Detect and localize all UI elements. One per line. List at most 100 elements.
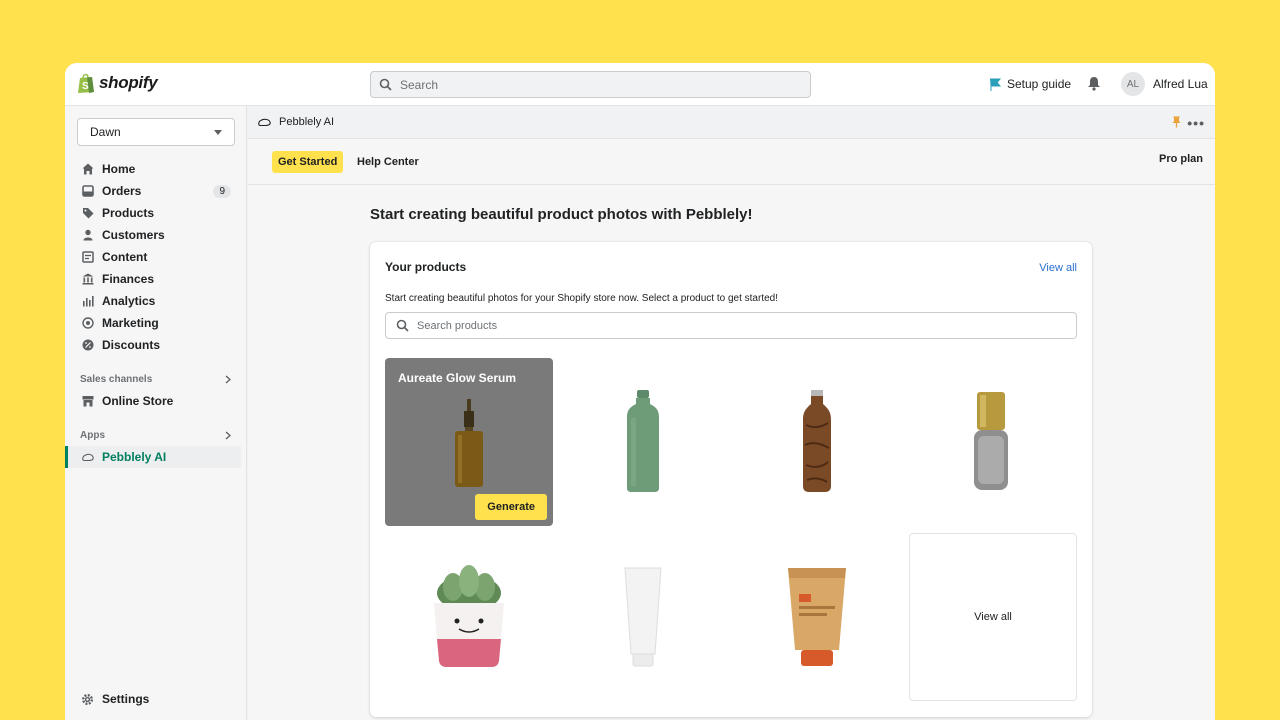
brand-name: shopify: [99, 73, 158, 92]
sidebar-item-label: Home: [102, 162, 136, 176]
sidebar-item-pebblely-ai[interactable]: Pebblely AI: [65, 446, 241, 468]
product-tile-succulent[interactable]: [385, 533, 553, 701]
section-label: Sales channels: [80, 373, 153, 385]
shopify-logo[interactable]: S shopify: [77, 72, 158, 94]
view-all-link[interactable]: View all: [1039, 262, 1077, 274]
sidebar-item-label: Finances: [102, 272, 155, 286]
discount-icon: [81, 339, 94, 352]
sidebar-item-label: Pebblely AI: [102, 450, 167, 464]
sales-channels-header[interactable]: Sales channels: [65, 368, 247, 390]
sidebar-item-online-store[interactable]: Online Store: [65, 390, 247, 412]
user-name: Alfred Lua: [1153, 77, 1208, 91]
bank-icon: [81, 273, 94, 286]
sidebar-item-content[interactable]: Content: [65, 246, 247, 268]
product-tile-cosmetic-jar[interactable]: [907, 358, 1075, 526]
sidebar-item-customers[interactable]: Customers: [65, 224, 247, 246]
shopify-bag-icon: S: [78, 73, 94, 93]
search-input[interactable]: [400, 77, 780, 92]
store-name: Dawn: [90, 125, 121, 139]
tab-help-center[interactable]: Help Center: [357, 156, 419, 168]
green-bottle-image: [627, 390, 659, 492]
product-name: Aureate Glow Serum: [398, 371, 517, 385]
analytics-icon: [81, 295, 94, 308]
settings-label: Settings: [102, 692, 150, 706]
app-title: Pebblely AI: [258, 116, 334, 128]
apps-header[interactable]: Apps: [65, 424, 247, 446]
sidebar-item-discounts[interactable]: Discounts: [65, 334, 247, 356]
sidebar-item-label: Analytics: [102, 294, 156, 308]
pebble-icon: [258, 118, 271, 126]
chevron-right-icon: [225, 431, 231, 439]
sidebar-item-label: Customers: [102, 228, 165, 242]
setup-guide-label: Setup guide: [1007, 77, 1072, 91]
cosmetic-jar-image: [974, 392, 1008, 490]
gear-icon: [81, 693, 94, 705]
sidebar-item-finances[interactable]: Finances: [65, 268, 247, 290]
orders-count-badge: 9: [213, 184, 231, 198]
sidebar-item-label: Discounts: [102, 338, 161, 352]
product-search-input[interactable]: [417, 319, 1057, 332]
svg-text:S: S: [82, 81, 89, 92]
product-search[interactable]: [385, 312, 1077, 339]
target-icon: [81, 317, 94, 330]
more-actions-icon[interactable]: •••: [1187, 115, 1205, 131]
sidebar-nav: Home Orders 9 Products Customers Content: [65, 158, 247, 468]
sidebar-item-label: Orders: [102, 184, 142, 198]
sidebar-item-settings[interactable]: Settings: [81, 692, 149, 706]
content-icon: [81, 251, 94, 264]
orders-icon: [81, 185, 94, 198]
search-icon: [396, 319, 409, 332]
succulent-pot-image: [434, 565, 504, 667]
product-tile-serum[interactable]: Aureate Glow Serum Generate: [385, 358, 553, 526]
tab-get-started[interactable]: Get Started: [272, 151, 344, 173]
product-tile-tube[interactable]: [559, 533, 727, 701]
home-icon: [81, 163, 94, 176]
app-nav: Get Started Help Center Pro plan: [248, 139, 1215, 185]
product-tile-sunscreen[interactable]: [733, 533, 901, 701]
tag-icon: [81, 207, 94, 220]
search-icon: [379, 78, 392, 91]
avatar: AL: [1121, 72, 1145, 96]
store-icon: [81, 395, 94, 408]
card-description: Start creating beautiful photos for your…: [385, 293, 779, 304]
generate-button[interactable]: Generate: [475, 494, 547, 520]
view-all-tile[interactable]: View all: [909, 533, 1077, 701]
app-header: Pebblely AI •••: [248, 106, 1215, 139]
chevron-right-icon: [225, 375, 231, 383]
products-card: Your products View all Start creating be…: [370, 242, 1092, 717]
caret-down-icon: [214, 129, 222, 135]
product-tile-wood-bottle[interactable]: [733, 358, 901, 526]
wood-bottle-image: [803, 390, 831, 492]
user-menu[interactable]: AL Alfred Lua: [1121, 72, 1208, 96]
cream-tube-image: [624, 567, 662, 667]
sidebar-item-orders[interactable]: Orders 9: [65, 180, 247, 202]
pin-icon[interactable]: [1172, 116, 1181, 128]
app-window: S shopify Setup guide AL Alfred Lua Dawn: [65, 63, 1215, 720]
setup-guide-button[interactable]: Setup guide: [989, 77, 1071, 91]
top-bar: S shopify Setup guide AL Alfred Lua: [65, 63, 1215, 106]
store-selector[interactable]: Dawn: [77, 118, 235, 146]
sidebar: Dawn Home Orders 9 Products Customers Co…: [65, 106, 247, 720]
sidebar-item-label: Products: [102, 206, 155, 220]
global-search[interactable]: [370, 71, 811, 98]
plan-label[interactable]: Pro plan: [1159, 153, 1203, 165]
page-title: Start creating beautiful product photos …: [370, 206, 753, 223]
bell-icon[interactable]: [1087, 76, 1101, 91]
pebble-icon: [81, 451, 94, 464]
sidebar-item-label: Content: [102, 250, 148, 264]
sidebar-item-analytics[interactable]: Analytics: [65, 290, 247, 312]
product-tile-green-bottle[interactable]: [559, 358, 727, 526]
sidebar-item-marketing[interactable]: Marketing: [65, 312, 247, 334]
serum-bottle-image: [455, 399, 483, 487]
sidebar-item-home[interactable]: Home: [65, 158, 247, 180]
sidebar-item-label: Marketing: [102, 316, 159, 330]
person-icon: [81, 229, 94, 242]
app-title-text: Pebblely AI: [279, 116, 335, 128]
sidebar-item-products[interactable]: Products: [65, 202, 247, 224]
flag-icon: [990, 78, 1001, 91]
section-label: Apps: [80, 429, 105, 441]
card-title: Your products: [385, 260, 467, 274]
view-all-tile-label: View all: [974, 611, 1012, 623]
